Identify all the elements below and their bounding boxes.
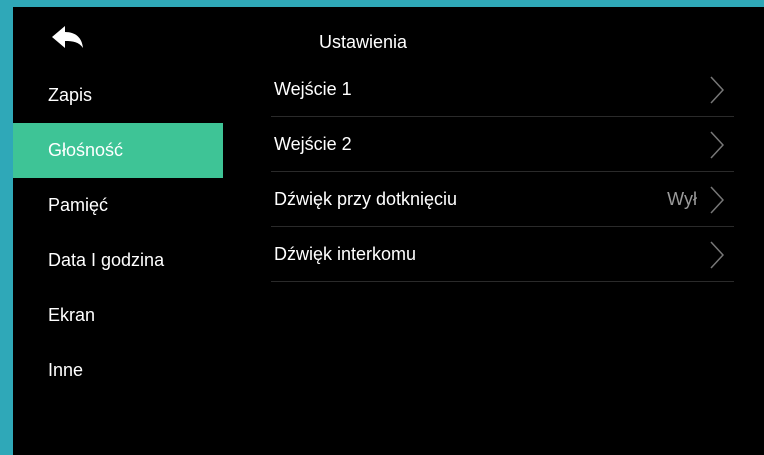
row-dzwiek-interkomu[interactable]: Dźwięk interkomu xyxy=(271,227,734,282)
settings-list: Wejście 1 Wejście 2 Dźwięk przy dotknięc… xyxy=(271,62,734,282)
sidebar-item-pamiec[interactable]: Pamięć xyxy=(13,178,223,233)
chevron-right-icon xyxy=(710,131,724,159)
sidebar-item-glosnosc[interactable]: Głośność xyxy=(13,123,223,178)
back-button[interactable] xyxy=(49,23,89,53)
back-arrow-icon xyxy=(52,26,83,48)
row-label: Dźwięk interkomu xyxy=(274,244,417,264)
chevron-right-icon xyxy=(710,186,724,214)
row-wejscie-2[interactable]: Wejście 2 xyxy=(271,117,734,172)
page-title: Ustawienia xyxy=(319,32,408,52)
sidebar: Zapis Głośność Pamięć Data I godzina Ekr… xyxy=(13,68,223,398)
row-value: Wył xyxy=(667,189,697,209)
sidebar-item-zapis[interactable]: Zapis xyxy=(13,68,223,123)
sidebar-item-ekran[interactable]: Ekran xyxy=(13,288,223,343)
settings-screen: Ustawienia Zapis Głośność Pamięć Data I … xyxy=(13,7,764,455)
sidebar-item-inne[interactable]: Inne xyxy=(13,343,223,398)
chevron-right-icon xyxy=(710,76,724,104)
row-wejscie-1[interactable]: Wejście 1 xyxy=(271,62,734,117)
sidebar-item-data-i-godzina[interactable]: Data I godzina xyxy=(13,233,223,288)
chevron-right-icon xyxy=(710,241,724,269)
row-label: Dźwięk przy dotknięciu xyxy=(274,189,458,209)
row-dzwiek-przy-dotknieciu[interactable]: Dźwięk przy dotknięciu Wył xyxy=(271,172,734,227)
row-label: Wejście 1 xyxy=(274,79,352,99)
row-label: Wejście 2 xyxy=(274,134,352,154)
